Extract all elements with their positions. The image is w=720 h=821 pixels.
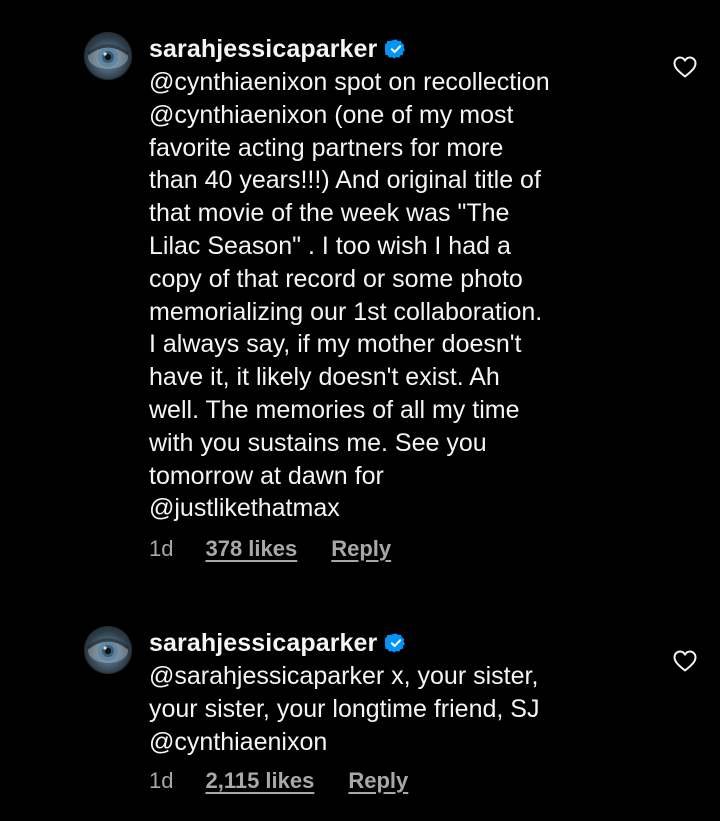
avatar[interactable] <box>84 32 132 80</box>
comment-line: I always say, if my mother doesn't <box>149 330 522 359</box>
comment-meta: 1d 2,115 likes Reply <box>149 768 408 794</box>
heart-outline-icon[interactable] <box>673 56 697 78</box>
timestamp: 1d <box>149 768 174 793</box>
comment-line: @sarahjessicaparker x, your sister, <box>149 662 539 690</box>
comment-meta: 1d 378 likes Reply <box>149 536 391 562</box>
eye-avatar-image <box>87 44 129 69</box>
comment-line: well. The memories of all my time <box>149 395 520 424</box>
username[interactable]: sarahjessicaparker <box>149 35 377 64</box>
comment-line: @justlikethatmax <box>149 494 340 523</box>
heart-outline-icon[interactable] <box>673 650 697 672</box>
comment-line: favorite acting partners for more <box>149 133 504 162</box>
comment-line: copy of that record or some photo <box>149 264 523 293</box>
comment-line: Lilac Season" . I too wish I had a <box>149 231 511 260</box>
eye-avatar-image <box>87 638 129 663</box>
avatar[interactable] <box>84 626 132 674</box>
comment-line: that movie of the week was "The <box>149 199 510 228</box>
reply-button[interactable]: Reply <box>348 768 408 794</box>
verified-badge-icon <box>385 38 407 60</box>
timestamp: 1d <box>149 536 174 561</box>
comment-line: with you sustains me. See you <box>149 428 487 457</box>
comment-line: have it, it likely doesn't exist. Ah <box>149 363 500 392</box>
comment-text: @sarahjessicaparker x, your sister, your… <box>149 660 669 758</box>
username[interactable]: sarahjessicaparker <box>149 629 377 658</box>
verified-badge-icon <box>385 632 407 654</box>
comment-line: @cynthiaenixon <box>149 727 328 756</box>
comment-line: tomorrow at dawn for <box>149 461 384 490</box>
comment-header: sarahjessicaparker <box>149 32 407 66</box>
comment-line: memorializing our 1st collaboration. <box>149 297 543 326</box>
reply-button[interactable]: Reply <box>331 536 391 562</box>
comment-text: @cynthiaenixon spot on recollection @cyn… <box>149 66 669 525</box>
comment-line: @cynthiaenixon spot on recollection <box>149 68 550 96</box>
likes-count-link[interactable]: 2,115 likes <box>205 768 314 794</box>
comment-line: than 40 years!!!) And original title of <box>149 166 541 195</box>
comment-header: sarahjessicaparker <box>149 626 407 660</box>
likes-count-link[interactable]: 378 likes <box>205 536 297 562</box>
comment-line: your sister, your longtime friend, SJ <box>149 694 540 723</box>
comment-line: @cynthiaenixon (one of my most <box>149 100 514 129</box>
